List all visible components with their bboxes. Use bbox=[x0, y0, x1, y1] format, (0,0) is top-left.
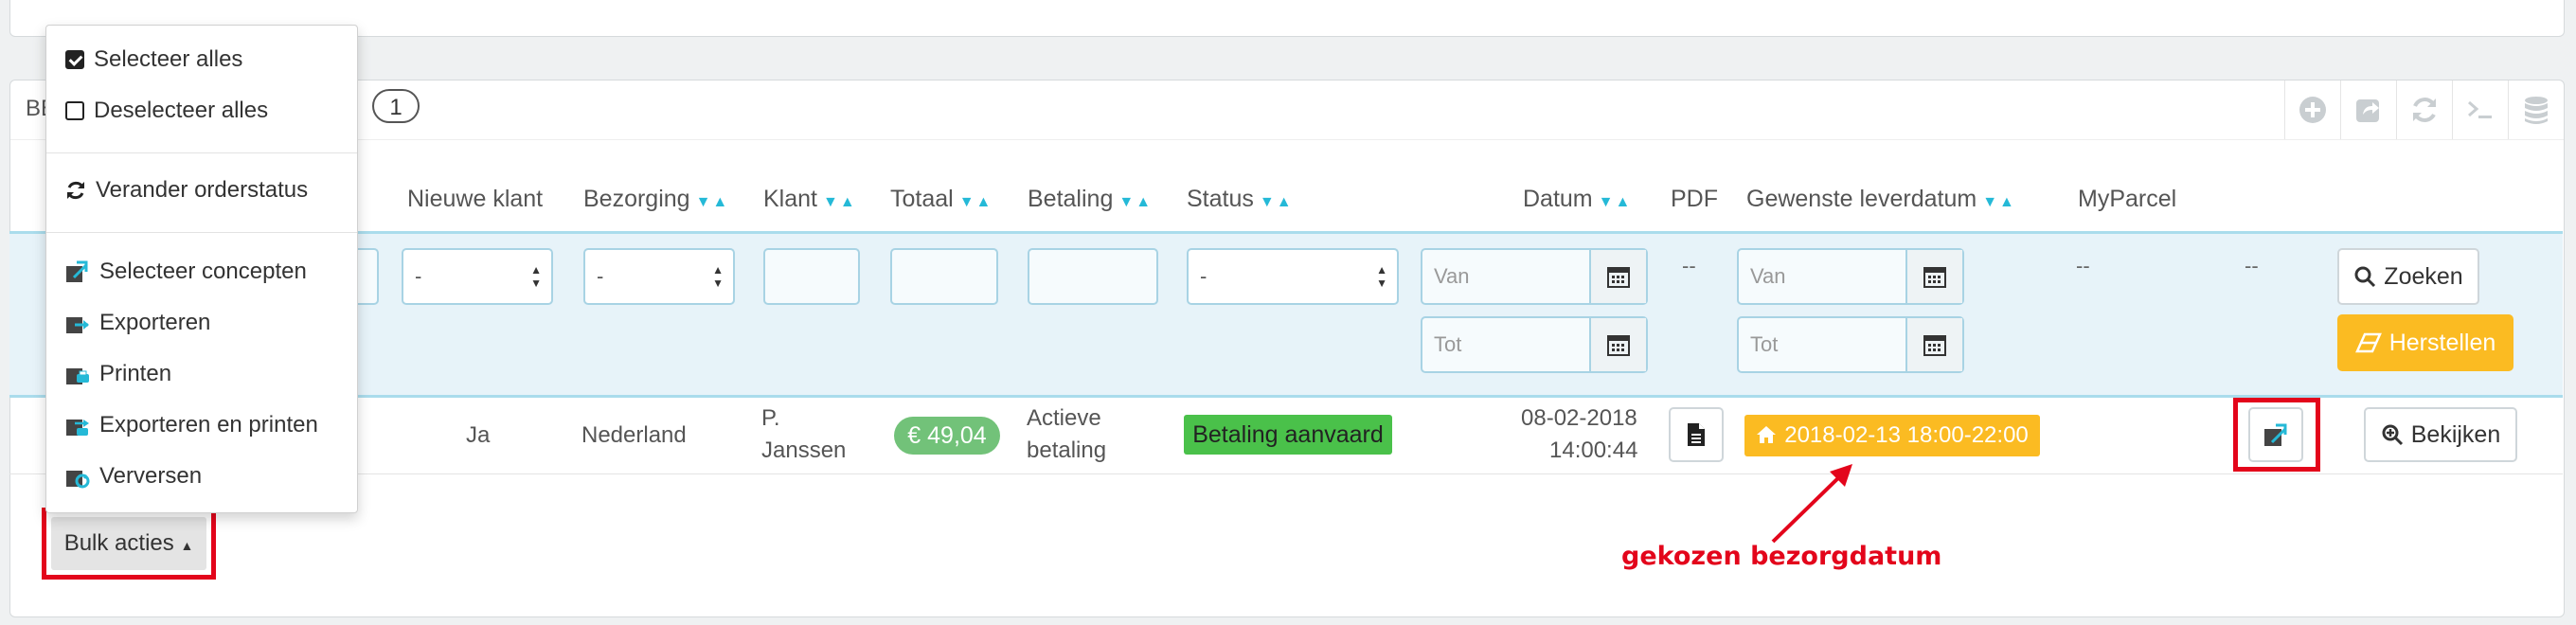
menu-item-deselect-all[interactable]: Deselecteer alles bbox=[65, 98, 268, 124]
highlight-box-bulk bbox=[42, 508, 216, 580]
order-count-badge: 1 bbox=[372, 89, 420, 123]
add-new-button[interactable] bbox=[2284, 80, 2340, 139]
refresh-icon bbox=[2413, 98, 2436, 122]
cell-delivery: Nederland bbox=[581, 422, 687, 448]
column-header-new-customer: Nieuwe klant bbox=[407, 186, 544, 212]
top-panel bbox=[9, 0, 2565, 37]
sort-arrows-icon[interactable]: ▼▲ bbox=[696, 194, 730, 210]
filter-customer-input[interactable] bbox=[763, 248, 860, 305]
actions-filter-placeholder: -- bbox=[2245, 254, 2259, 277]
sort-arrows-icon[interactable]: ▼▲ bbox=[959, 194, 993, 210]
filter-payment-input[interactable] bbox=[1028, 248, 1158, 305]
menu-item-refresh[interactable]: Verversen bbox=[65, 463, 202, 490]
zoom-in-icon bbox=[2382, 424, 2403, 446]
column-header-delivery[interactable]: Bezorging ▼▲ bbox=[583, 186, 729, 213]
filter-total-input[interactable] bbox=[890, 248, 998, 305]
reset-button[interactable]: Herstellen bbox=[2337, 314, 2513, 371]
select-arrows-icon: ▲ ▼ bbox=[712, 263, 724, 290]
panel-heading: BE 1 bbox=[10, 80, 2564, 140]
annotation-label: gekozen bezorgdatum bbox=[1621, 542, 1942, 571]
database-icon bbox=[2525, 97, 2548, 124]
terminal-icon bbox=[2468, 100, 2492, 118]
calendar-icon[interactable] bbox=[1589, 318, 1646, 371]
myparcel-export-print-icon bbox=[66, 420, 89, 436]
delivery-date-badge: 2018-02-13 18:00-22:00 bbox=[1744, 415, 2040, 456]
column-header-payment[interactable]: Betaling ▼▲ bbox=[1028, 186, 1153, 213]
cell-date-line1: 08-02-2018 bbox=[1521, 405, 1637, 431]
menu-divider bbox=[46, 232, 357, 233]
myparcel-export-icon bbox=[66, 317, 89, 333]
sort-arrows-icon[interactable]: ▼▲ bbox=[823, 194, 857, 210]
view-button[interactable]: Bekijken bbox=[2364, 407, 2517, 462]
filter-date-to[interactable]: Tot bbox=[1421, 316, 1648, 373]
column-header-pdf: PDF bbox=[1671, 186, 1718, 212]
refresh-list-button[interactable] bbox=[2396, 80, 2452, 139]
menu-item-change-status[interactable]: Verander orderstatus bbox=[65, 177, 308, 204]
bulk-actions-dropdown: Selecteer alles Deselecteer alles Verand… bbox=[45, 25, 358, 513]
column-header-date[interactable]: Datum ▼▲ bbox=[1523, 186, 1632, 213]
calendar-icon[interactable] bbox=[1589, 250, 1646, 303]
cell-payment-line1: Actieve bbox=[1027, 405, 1101, 431]
column-header-myparcel: MyParcel bbox=[2078, 186, 2177, 212]
myparcel-print-icon bbox=[66, 368, 89, 384]
column-header-status[interactable]: Status ▼▲ bbox=[1187, 186, 1294, 213]
panel-toolbar bbox=[2284, 80, 2564, 139]
home-icon bbox=[1757, 426, 1777, 443]
select-arrows-icon: ▲ ▼ bbox=[1376, 263, 1387, 290]
checked-checkbox-icon bbox=[65, 50, 84, 69]
filter-new-customer-select[interactable]: - ▲ ▼ bbox=[402, 248, 553, 305]
annotation-arrow bbox=[1771, 464, 1852, 544]
myparcel-filter-placeholder: -- bbox=[2076, 254, 2090, 277]
refresh-icon bbox=[67, 181, 84, 200]
select-arrows-icon: ▲ ▼ bbox=[530, 263, 542, 290]
menu-item-select-concepts[interactable]: Selecteer concepten bbox=[65, 259, 307, 285]
menu-item-select-all[interactable]: Selecteer alles bbox=[65, 46, 242, 73]
cell-date-line2: 14:00:44 bbox=[1549, 438, 1638, 463]
column-header-total[interactable]: Totaal ▼▲ bbox=[890, 186, 993, 213]
sql-manager-button[interactable] bbox=[2508, 80, 2564, 139]
cell-new-customer: Ja bbox=[466, 422, 491, 448]
myparcel-refresh-icon bbox=[66, 471, 90, 489]
add-icon bbox=[2299, 97, 2326, 123]
export-icon bbox=[2356, 99, 2379, 122]
pdf-filter-placeholder: -- bbox=[1682, 254, 1696, 277]
column-header-customer[interactable]: Klant ▼▲ bbox=[763, 186, 857, 213]
highlight-box-myparcel bbox=[2233, 398, 2320, 472]
filter-date-from[interactable]: Van bbox=[1421, 248, 1648, 305]
cell-customer-line1: P. bbox=[761, 405, 780, 431]
cell-payment-line2: betaling bbox=[1027, 438, 1107, 463]
search-button[interactable]: Zoeken bbox=[2337, 248, 2479, 305]
filter-delivery-date-from[interactable]: Van bbox=[1737, 248, 1964, 305]
cell-customer-line2: Janssen bbox=[761, 438, 847, 463]
sort-arrows-icon[interactable]: ▼▲ bbox=[1118, 194, 1153, 210]
menu-divider bbox=[46, 152, 357, 153]
sort-arrows-icon[interactable]: ▼▲ bbox=[1260, 194, 1294, 210]
sql-query-button[interactable] bbox=[2452, 80, 2508, 139]
document-icon bbox=[1688, 423, 1705, 446]
search-icon bbox=[2354, 266, 2376, 288]
pdf-button[interactable] bbox=[1669, 407, 1724, 462]
menu-item-export-print[interactable]: Exporteren en printen bbox=[65, 412, 318, 438]
sort-arrows-icon[interactable]: ▼▲ bbox=[1982, 194, 2016, 210]
menu-item-export[interactable]: Exporteren bbox=[65, 310, 210, 336]
total-badge: € 49,04 bbox=[894, 417, 1000, 455]
filter-delivery-select[interactable]: - ▲ ▼ bbox=[583, 248, 735, 305]
export-button[interactable] bbox=[2340, 80, 2396, 139]
status-badge: Betaling aanvaard bbox=[1184, 415, 1392, 455]
column-header-delivery-date[interactable]: Gewenste leverdatum ▼▲ bbox=[1746, 186, 2016, 213]
menu-item-print[interactable]: Printen bbox=[65, 361, 171, 387]
eraser-icon bbox=[2354, 332, 2382, 353]
sort-arrows-icon[interactable]: ▼▲ bbox=[1599, 194, 1633, 210]
calendar-icon[interactable] bbox=[1905, 250, 1962, 303]
filter-status-select[interactable]: - ▲ ▼ bbox=[1187, 248, 1399, 305]
myparcel-edit-icon bbox=[66, 260, 88, 282]
filter-delivery-date-to[interactable]: Tot bbox=[1737, 316, 1964, 373]
unchecked-checkbox-icon bbox=[65, 101, 84, 120]
calendar-icon[interactable] bbox=[1905, 318, 1962, 371]
